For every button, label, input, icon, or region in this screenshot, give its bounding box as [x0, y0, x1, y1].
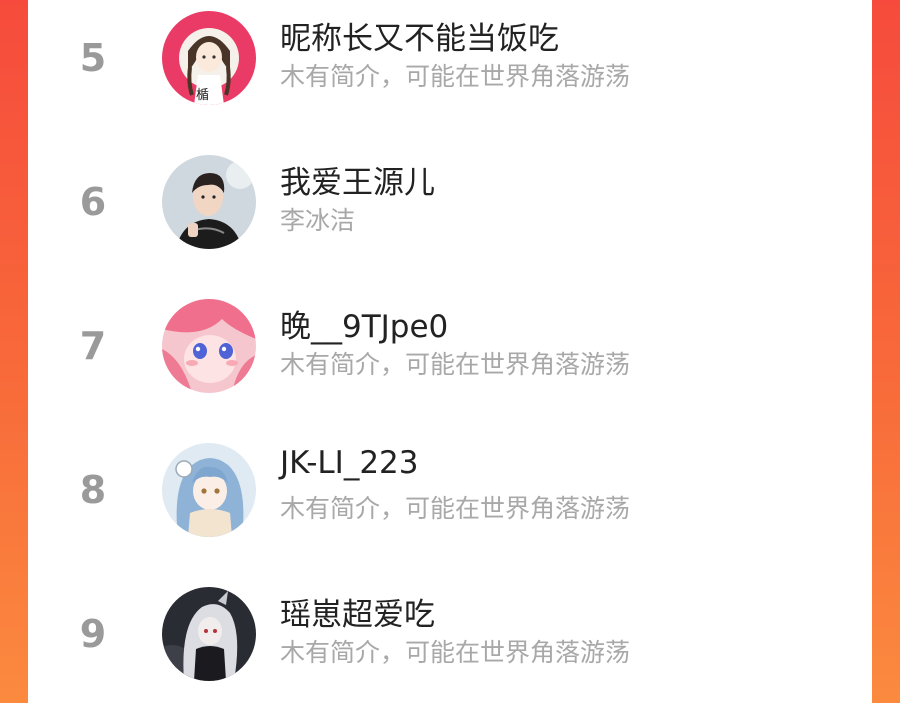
rank-number: 9	[79, 612, 107, 656]
user-name[interactable]: JK-LI_223	[280, 445, 419, 481]
ranking-row-5[interactable]: 5 楯 昵称长又不能当饭吃 木有简介，可能在世界角落游荡	[28, 3, 872, 113]
ranking-row-9[interactable]: 9 瑶崽超爱吃 木有简介，可能在世界角落游荡	[28, 579, 872, 689]
user-name[interactable]: 我爱王源儿	[280, 157, 435, 202]
user-name[interactable]: 晚__9TJpe0	[280, 301, 448, 346]
user-name[interactable]: 瑶崽超爱吃	[280, 589, 435, 634]
rank-number: 5	[79, 36, 107, 80]
user-bio: 木有简介，可能在世界角落游荡	[280, 62, 631, 91]
rank-number: 6	[79, 180, 107, 224]
user-bio: 木有简介，可能在世界角落游荡	[280, 494, 631, 523]
ranking-row-6[interactable]: 6 我爱王源儿 李冰洁	[28, 147, 872, 257]
ranking-row-7[interactable]: 7 晚__9TJpe0 木有简介，可能在世界角落游荡	[28, 291, 872, 401]
dark-white-haired-anime-avatar-icon[interactable]	[162, 587, 256, 681]
user-bio: 木有简介，可能在世界角落游荡	[280, 638, 631, 667]
ranking-row-8[interactable]: 8 JK-LI_223 木有简介，可能在世界角落游荡	[28, 435, 872, 545]
avatar-calligraphy: 楯	[196, 88, 209, 103]
user-bio: 李冰洁	[280, 206, 356, 235]
rank-number: 7	[79, 324, 107, 368]
rank-number: 8	[79, 468, 107, 512]
pink-anime-avatar-icon[interactable]	[162, 299, 256, 393]
user-name[interactable]: 昵称长又不能当饭吃	[280, 13, 559, 58]
boy-photo-avatar-icon[interactable]	[162, 155, 256, 249]
ranking-list-card: 5 楯 昵称长又不能当饭吃 木有简介，可能在世界角落游荡 6 我爱王源儿 李冰洁…	[28, 0, 872, 703]
blue-haired-anime-avatar-icon[interactable]	[162, 443, 256, 537]
pink-girl-avatar-icon[interactable]: 楯	[162, 11, 256, 105]
user-bio: 木有简介，可能在世界角落游荡	[280, 350, 631, 379]
